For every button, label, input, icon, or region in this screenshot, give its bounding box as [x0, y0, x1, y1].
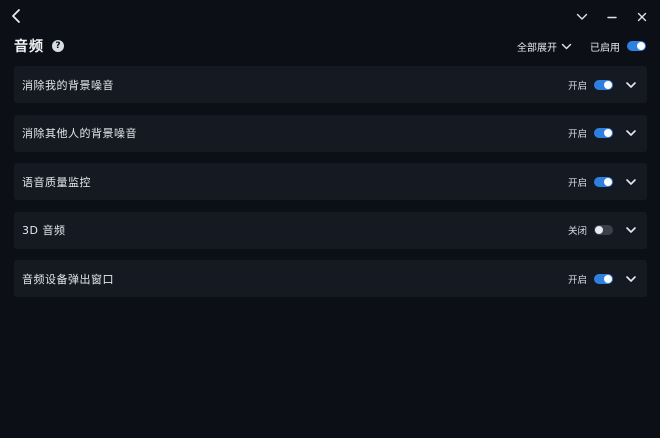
setting-toggle[interactable] [594, 128, 613, 138]
settings-list: 消除我的背景噪音 开启 消除其他人的背景噪音 开启 语音质量监控 开启 3D 音… [14, 66, 647, 309]
setting-controls: 开启 [568, 126, 637, 140]
chevron-left-icon [12, 9, 20, 23]
setting-label: 语音质量监控 [22, 175, 91, 189]
back-button[interactable] [8, 7, 26, 25]
chevron-down-icon [561, 43, 572, 49]
setting-label: 3D 音频 [22, 224, 66, 237]
setting-status: 开启 [567, 177, 587, 189]
header-actions: 全部展开 已启用 [517, 39, 646, 54]
expand-row-button[interactable] [625, 79, 637, 91]
setting-row-audio-device-popup[interactable]: 音频设备弹出窗口 开启 [14, 260, 647, 297]
expand-all-label: 全部展开 [517, 42, 557, 54]
chevron-down-icon [626, 275, 636, 282]
setting-row-noise-suppression-self[interactable]: 消除我的背景噪音 开启 [14, 66, 647, 103]
setting-toggle[interactable] [594, 176, 613, 187]
expand-all-button[interactable]: 全部展开 [517, 39, 572, 54]
setting-toggle[interactable] [594, 225, 613, 235]
expand-row-button[interactable] [625, 224, 637, 236]
toggle-knob [604, 80, 612, 89]
minimize-icon [607, 16, 617, 19]
chevron-down-icon [626, 81, 636, 88]
chevron-down-icon [626, 178, 636, 185]
setting-row-voice-quality-monitor[interactable]: 语音质量监控 开启 [14, 163, 647, 200]
collapse-window-button[interactable] [572, 7, 592, 27]
audio-settings-window: 音频 ? 全部展开 已启用 消除我的背景噪音 开启 消除其他人的背景噪音 开启 … [0, 0, 660, 438]
setting-controls: 开启 [568, 272, 637, 286]
setting-label: 音频设备弹出窗口 [22, 272, 114, 286]
master-enable-toggle[interactable] [627, 41, 646, 51]
close-icon [637, 12, 647, 22]
setting-controls: 开启 [568, 78, 637, 92]
setting-status: 开启 [567, 80, 587, 92]
toggle-knob [604, 274, 612, 283]
setting-status: 开启 [567, 274, 587, 286]
page-title: 音频 [14, 39, 44, 55]
setting-label: 消除我的背景噪音 [22, 78, 114, 92]
enabled-label: 已启用 [590, 42, 620, 54]
toggle-knob [604, 177, 612, 186]
setting-controls: 关闭 [568, 223, 637, 237]
setting-status: 关闭 [567, 226, 587, 237]
setting-row-3d-audio[interactable]: 3D 音频 关闭 [14, 211, 647, 249]
setting-toggle[interactable] [594, 273, 613, 284]
help-icon[interactable]: ? [52, 40, 64, 52]
window-controls [572, 7, 652, 27]
setting-row-noise-suppression-others[interactable]: 消除其他人的背景噪音 开启 [14, 114, 647, 152]
toggle-knob [604, 129, 612, 137]
setting-controls: 开启 [568, 175, 637, 189]
toggle-knob [637, 42, 645, 50]
close-button[interactable] [632, 7, 652, 27]
chevron-down-icon [626, 130, 636, 136]
minimize-button[interactable] [602, 7, 622, 27]
title-bar [0, 0, 660, 32]
expand-row-button[interactable] [625, 127, 637, 139]
expand-row-button[interactable] [625, 176, 637, 188]
setting-toggle[interactable] [594, 79, 613, 90]
toggle-knob [595, 226, 603, 234]
setting-status: 开启 [567, 129, 587, 140]
page-header: 音频 ? 全部展开 已启用 [14, 35, 646, 57]
setting-label: 消除其他人的背景噪音 [22, 127, 137, 140]
chevron-down-icon [626, 227, 636, 233]
expand-row-button[interactable] [625, 273, 637, 285]
chevron-down-icon [576, 13, 588, 20]
